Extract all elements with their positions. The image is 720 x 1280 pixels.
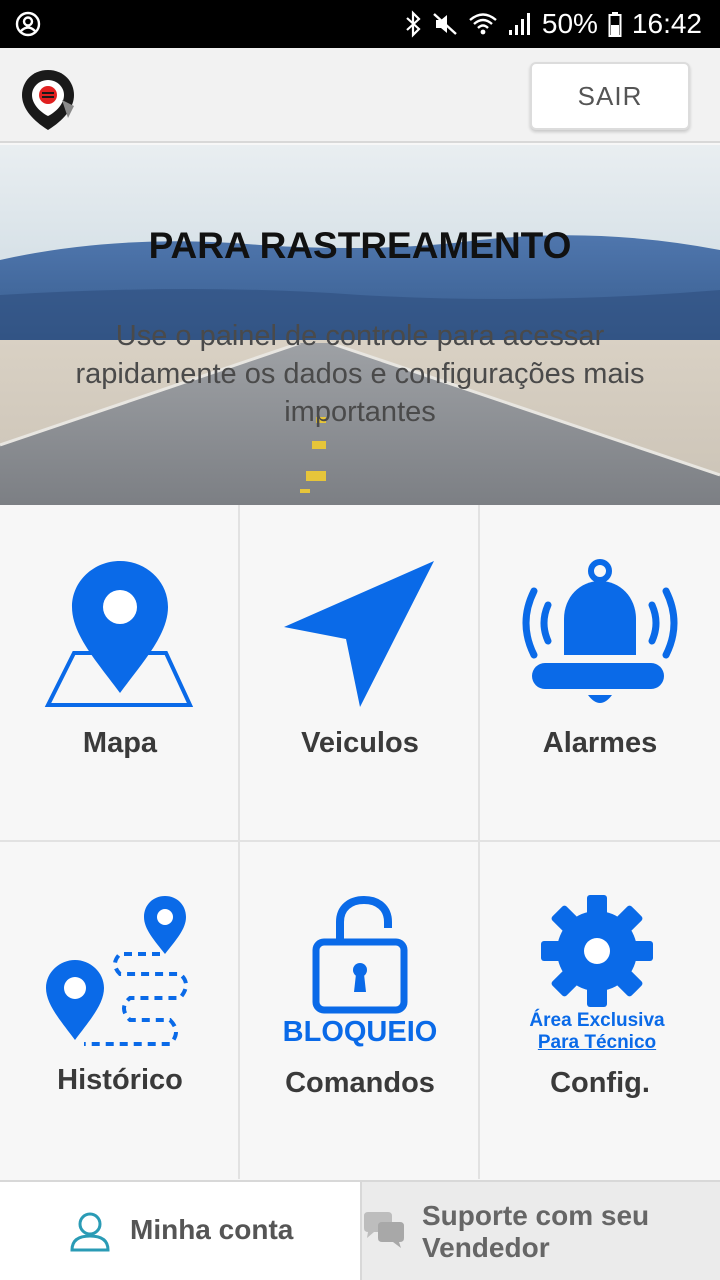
account-circle-icon bbox=[15, 11, 41, 37]
logout-button[interactable]: SAIR bbox=[530, 62, 690, 130]
hero-banner: PARA RASTREAMENTO Use o painel de contro… bbox=[0, 145, 720, 505]
support-seller-button[interactable]: Suporte com seu Vendedor bbox=[360, 1180, 720, 1280]
support-seller-label: Suporte com seu Vendedor bbox=[422, 1200, 650, 1263]
tile-comandos-label: Comandos bbox=[285, 1067, 435, 1099]
tile-historico-label: Histórico bbox=[57, 1064, 183, 1096]
clock: 16:42 bbox=[631, 8, 702, 39]
mute-icon bbox=[433, 13, 457, 35]
tile-alarmes[interactable]: Alarmes bbox=[480, 505, 720, 842]
banner-subtitle: Use o painel de controle para acessar ra… bbox=[75, 320, 645, 428]
block-caption: BLOQUEIO bbox=[282, 1016, 438, 1048]
tile-mapa-label: Mapa bbox=[82, 727, 158, 759]
dashboard-grid: Mapa Veiculos Alarmes Histórico BLOQUEIO… bbox=[0, 505, 720, 1179]
tile-config[interactable]: Área Exclusiva Para Técnico Config. bbox=[480, 842, 720, 1179]
map-pin-icon bbox=[44, 561, 194, 707]
app-logo[interactable] bbox=[18, 66, 78, 132]
tile-veiculos[interactable]: Veiculos bbox=[240, 505, 480, 842]
app-bar: SAIR bbox=[0, 48, 720, 143]
chat-bubbles-icon bbox=[364, 1212, 404, 1248]
navigation-arrow-icon bbox=[284, 561, 434, 707]
banner-title: PARA RASTREAMENTO bbox=[148, 225, 572, 266]
config-caption-line1: Área Exclusiva bbox=[529, 1010, 665, 1031]
tile-veiculos-label: Veiculos bbox=[301, 727, 419, 759]
config-caption-line2[interactable]: Para Técnico bbox=[480, 1032, 714, 1054]
battery-icon bbox=[608, 12, 622, 37]
user-icon bbox=[70, 1212, 110, 1252]
bottom-bar: Minha conta Suporte com seu Vendedor bbox=[0, 1180, 720, 1280]
my-account-button[interactable]: Minha conta bbox=[0, 1180, 360, 1280]
tile-mapa[interactable]: Mapa bbox=[0, 505, 240, 842]
wifi-icon bbox=[469, 13, 497, 35]
route-history-icon bbox=[46, 896, 188, 1046]
bell-icon bbox=[522, 559, 678, 703]
battery-percent: 50% bbox=[541, 8, 598, 39]
tile-config-label: Config. bbox=[550, 1067, 650, 1099]
tile-comandos[interactable]: BLOQUEIO Comandos bbox=[240, 842, 480, 1179]
status-bar: 50% 16:42 bbox=[0, 0, 720, 48]
bluetooth-icon bbox=[406, 10, 421, 38]
tile-historico[interactable]: Histórico bbox=[0, 842, 240, 1179]
tile-alarmes-label: Alarmes bbox=[542, 727, 658, 759]
my-account-label: Minha conta bbox=[130, 1214, 294, 1245]
signal-icon bbox=[508, 13, 530, 35]
